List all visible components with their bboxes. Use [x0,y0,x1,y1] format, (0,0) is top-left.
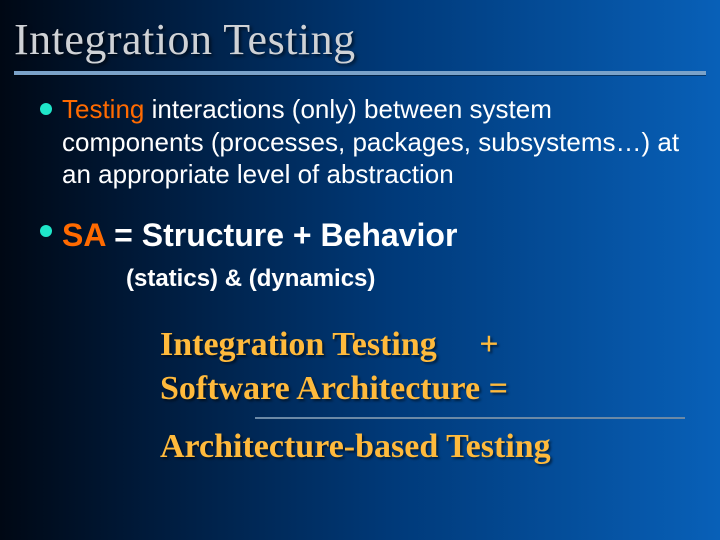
slide-body: Testing interactions (only) between syst… [0,93,720,469]
bullet-1: Testing interactions (only) between syst… [40,93,680,191]
bullet-2-sa: SA [62,217,105,253]
slide: Integration Testing Testing interactions… [0,0,720,540]
bullet-1-lead: Testing [62,94,144,124]
equation-line-1: Integration Testing + [160,323,680,367]
equation-line-2: Software Architecture = [160,367,680,411]
equation-block: Integration Testing + Software Architect… [40,323,680,470]
equation-rule [255,417,685,419]
title-underline [14,71,706,75]
bullet-1-rest: interactions (only) between system compo… [62,94,679,189]
bullet-2-subline: (statics) & (dynamics) [40,265,680,293]
bullet-2: SA = Structure + Behavior [40,215,680,255]
bullet-2-rest: = Structure + Behavior [105,217,457,253]
equation-line-3: Architecture-based Testing [160,425,680,469]
slide-title: Integration Testing [0,0,720,71]
